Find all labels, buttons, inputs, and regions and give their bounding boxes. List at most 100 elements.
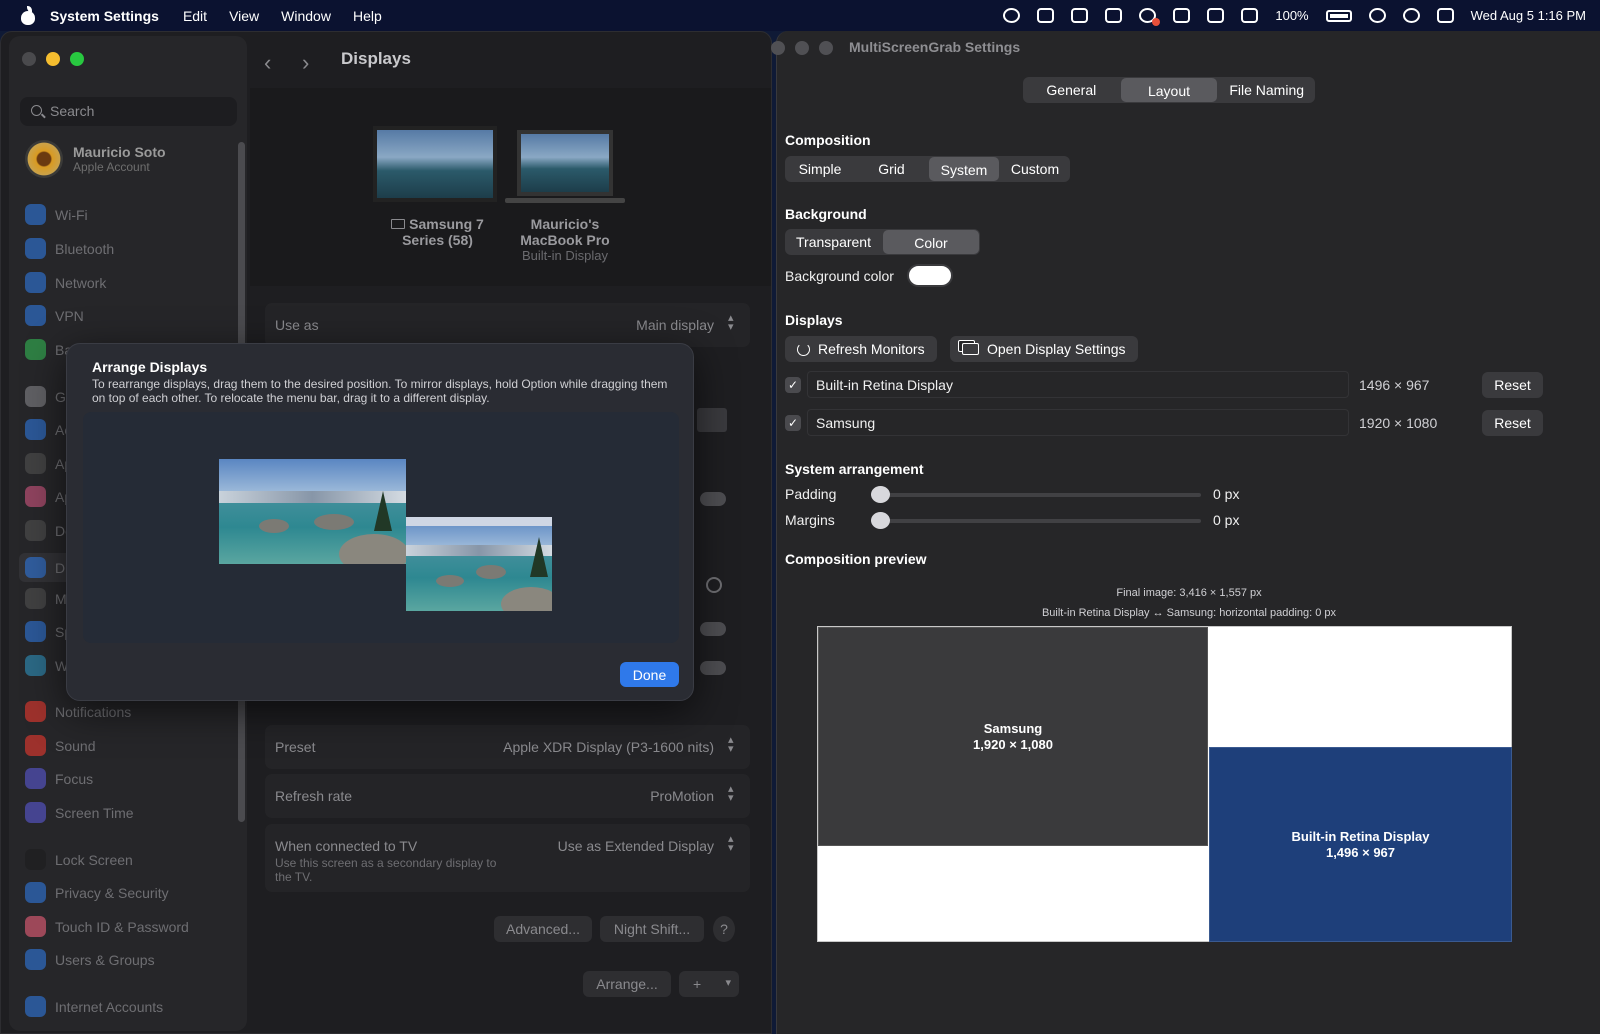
macbook-base [505, 198, 625, 203]
add-icon: + [693, 976, 702, 992]
volume-icon[interactable] [1241, 8, 1259, 23]
samsung-reset-button[interactable]: Reset [1482, 410, 1543, 436]
sidebar-item-internet-accounts[interactable]: Internet Accounts [25, 996, 163, 1017]
zoom-button[interactable] [819, 41, 833, 55]
toggle-2[interactable] [700, 622, 726, 636]
sidebar-item-vpn[interactable]: VPN [25, 305, 84, 326]
menu-window[interactable]: Window [281, 8, 331, 24]
arrangement-area [83, 412, 679, 643]
padding-slider[interactable] [871, 486, 1201, 503]
tab-file-naming[interactable]: File Naming [1218, 77, 1315, 103]
control-center-icon[interactable] [1436, 8, 1454, 23]
sidebar-item-label: Notifications [55, 703, 132, 720]
refresh-monitors-label: Refresh Monitors [818, 341, 925, 357]
samsung-checkbox[interactable]: ✓ [785, 415, 801, 431]
composition-simple[interactable]: Simple [785, 156, 855, 182]
preset-row[interactable]: Preset Apple XDR Display (P3-1600 nits) … [265, 725, 750, 769]
rock [436, 575, 464, 587]
spotlight-icon[interactable] [1402, 8, 1420, 23]
apple-icon[interactable] [20, 5, 36, 25]
menu-help[interactable]: Help [353, 8, 382, 24]
close-button[interactable] [22, 52, 36, 66]
sidebar-item-accessibility[interactable]: Ac [25, 419, 71, 440]
tab-general[interactable]: General [1023, 77, 1120, 103]
menu-view[interactable]: View [229, 8, 259, 24]
zoom-button[interactable] [70, 52, 84, 66]
tree [530, 537, 548, 577]
battery-icon[interactable] [1325, 9, 1352, 22]
composition-system[interactable]: System [929, 157, 999, 181]
search-input[interactable]: Search [20, 97, 237, 126]
builtin-display-name-field[interactable]: Built-in Retina Display [807, 371, 1349, 398]
account-row[interactable]: Mauricio Soto Apple Account [25, 140, 166, 178]
back-chevron-icon[interactable]: ‹ [264, 50, 271, 76]
triangle-app-icon[interactable] [1173, 8, 1191, 23]
sidebar-item-touch-id[interactable]: Touch ID & Password [25, 916, 189, 937]
composition-custom[interactable]: Custom [1000, 156, 1070, 182]
background-transparent[interactable]: Transparent [785, 229, 882, 255]
robot-icon[interactable] [1105, 8, 1123, 23]
sidebar-item-users[interactable]: Users & Groups [25, 949, 155, 970]
margins-slider[interactable] [871, 512, 1201, 529]
samsung-name-field[interactable]: Samsung [807, 409, 1349, 436]
toggle-1[interactable] [700, 492, 726, 506]
minimize-button[interactable] [795, 41, 809, 55]
add-menu-button[interactable]: + ▾ [679, 971, 739, 997]
sidebar-item-wallpaper[interactable]: W [25, 655, 68, 676]
arrange-builtin-display[interactable] [406, 517, 552, 611]
accessibility-icon [25, 419, 46, 440]
sidebar-item-bluetooth[interactable]: Bluetooth [25, 238, 114, 259]
advanced-button[interactable]: Advanced... [494, 916, 592, 942]
preset-label: Preset [275, 739, 316, 755]
close-button[interactable] [771, 41, 785, 55]
padding-slider-knob[interactable] [871, 486, 890, 503]
refresh-monitors-button[interactable]: Refresh Monitors [785, 336, 937, 362]
sidebar-item-notifications[interactable]: Notifications [25, 701, 131, 722]
sidebar-item-lock-screen[interactable]: Lock Screen [25, 849, 133, 870]
wifi-icon[interactable] [1368, 8, 1386, 23]
wallpaper-thumb [521, 134, 609, 192]
tab-layout[interactable]: Layout [1120, 78, 1218, 102]
builtin-display-checkbox[interactable]: ✓ [785, 377, 801, 393]
background-color-well[interactable] [907, 264, 953, 287]
wallpaper-icon [25, 655, 46, 676]
forward-chevron-icon[interactable]: › [302, 50, 309, 76]
background-color[interactable]: Color [883, 230, 979, 254]
use-as-row[interactable]: Use as Main display ▴ ▾ [265, 303, 750, 347]
menu-edit[interactable]: Edit [183, 8, 207, 24]
page-title: Displays [341, 49, 411, 68]
sidebar-item-privacy[interactable]: Privacy & Security [25, 882, 169, 903]
margins-slider-knob[interactable] [871, 512, 890, 529]
clock[interactable]: Wed Aug 5 1:16 PM [1471, 8, 1586, 23]
help-button[interactable]: ? [713, 916, 735, 942]
sidebar-item-focus[interactable]: Focus [25, 768, 93, 789]
sidebar-item-sound[interactable]: Sound [25, 735, 95, 756]
padding-info: Built-in Retina Display ↔ Samsung: horiz… [1041, 607, 1337, 619]
arrange-samsung-display[interactable] [219, 459, 406, 564]
arrange-button[interactable]: Arrange... [583, 971, 671, 997]
sidebar-item-menu-bar[interactable]: M [25, 588, 67, 609]
sidebar-item-wifi[interactable]: Wi-Fi [25, 204, 88, 225]
wifi-icon [25, 204, 46, 225]
builtin-reset-button[interactable]: Reset [1482, 372, 1543, 398]
network-monitor-icon[interactable] [1139, 8, 1161, 26]
open-display-settings-button[interactable]: Open Display Settings [950, 336, 1138, 362]
f-app-icon[interactable] [1071, 8, 1089, 23]
chatgpt-icon[interactable] [1003, 8, 1021, 23]
toggle-3[interactable] [700, 661, 726, 675]
tv-row[interactable]: When connected to TV Use this screen as … [265, 824, 750, 892]
done-button[interactable]: Done [620, 662, 679, 687]
memory-icon[interactable] [1207, 8, 1225, 23]
preview-samsung-box: Samsung 1,920 × 1,080 [818, 627, 1208, 846]
sidebar-item-screen-time[interactable]: Screen Time [25, 802, 134, 823]
sidebar-item-network[interactable]: Network [25, 272, 106, 293]
macbook-thumb[interactable] [517, 130, 613, 196]
night-shift-button[interactable]: Night Shift... [600, 916, 704, 942]
composition-grid[interactable]: Grid [855, 156, 928, 182]
samsung-monitor-thumb[interactable] [373, 126, 497, 202]
menu-app-name[interactable]: System Settings [50, 8, 159, 24]
minimize-button[interactable] [46, 52, 60, 66]
menu-bar-indicator[interactable] [406, 517, 552, 526]
screenshot-icon[interactable] [1037, 8, 1055, 23]
refresh-rate-row[interactable]: Refresh rate ProMotion ▴ ▾ [265, 774, 750, 818]
